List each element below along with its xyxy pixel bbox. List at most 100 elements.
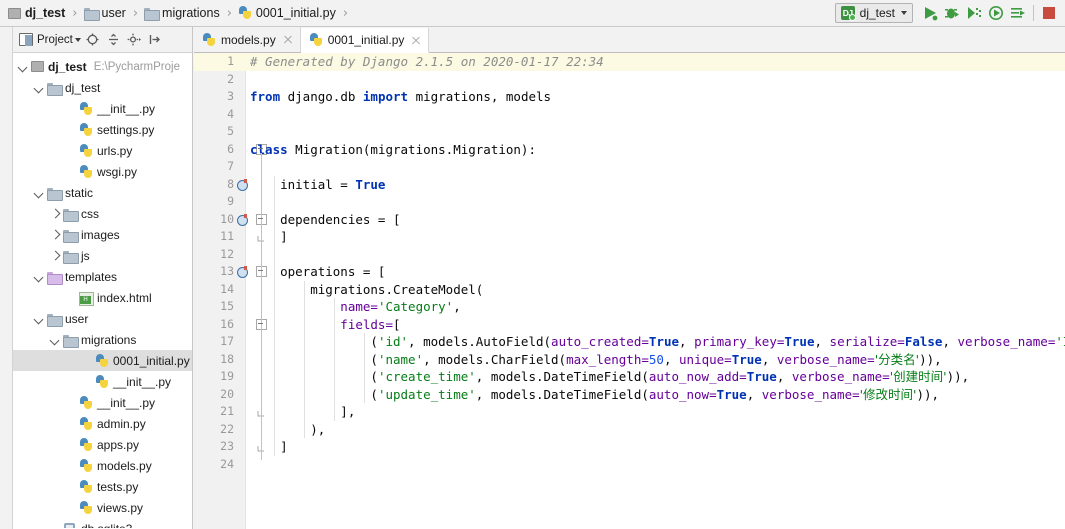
- gutter-field-marker-icon[interactable]: [237, 213, 248, 226]
- token: 50: [648, 351, 664, 367]
- code-line[interactable]: 1 # Generated by Django 2.1.5 on 2020-01-…: [194, 53, 1065, 71]
- code-text: ],: [250, 403, 355, 421]
- code-line[interactable]: 16 fields=[: [194, 316, 1065, 334]
- code-line[interactable]: 14 migrations.CreateModel(: [194, 281, 1065, 299]
- token: django.db: [280, 89, 363, 104]
- code-line[interactable]: 22 ),: [194, 421, 1065, 439]
- code-line[interactable]: 7: [194, 158, 1065, 176]
- tree-node-images[interactable]: images: [13, 224, 192, 245]
- tree-node-user[interactable]: user: [13, 308, 192, 329]
- chevron-right-icon[interactable]: [49, 207, 62, 220]
- tree-node-tests-py[interactable]: tests.py: [13, 476, 192, 497]
- stop-button[interactable]: [1038, 2, 1060, 24]
- project-tree[interactable]: dj_test E:\PycharmProje dj_test __init__.py…: [13, 53, 192, 528]
- code-line[interactable]: 2: [194, 71, 1065, 89]
- editor-tab-models-py[interactable]: models.py: [194, 27, 301, 52]
- gutter-field-marker-icon[interactable]: [237, 266, 248, 278]
- tree-node-label: dj_test: [48, 59, 87, 74]
- code-line[interactable]: 18 ('name', models.CharField(max_length=…: [194, 351, 1065, 369]
- chevron-right-icon[interactable]: [49, 249, 62, 262]
- tree-node-0001-initial-py[interactable]: 0001_initial.py: [13, 350, 192, 371]
- token: Migration(migrations.Migration):: [287, 141, 536, 157]
- code-line[interactable]: 4: [194, 106, 1065, 124]
- code-line[interactable]: 10 dependencies = [: [194, 211, 1065, 229]
- tree-node-label: models.py: [97, 458, 152, 473]
- code-line[interactable]: 24: [194, 456, 1065, 474]
- code-line[interactable]: 23 ]: [194, 438, 1065, 456]
- tree-node-label: js: [81, 248, 90, 263]
- tree-node-label: settings.py: [97, 122, 155, 137]
- tree-node-settings-py[interactable]: settings.py: [13, 119, 192, 140]
- tree-node-static[interactable]: static: [13, 182, 192, 203]
- close-icon[interactable]: [411, 35, 421, 45]
- tree-node-models-py[interactable]: models.py: [13, 455, 192, 476]
- breadcrumb-item-dj-test[interactable]: dj_test: [6, 3, 67, 23]
- chevron-down-icon[interactable]: [33, 270, 46, 283]
- close-icon[interactable]: [283, 35, 293, 45]
- tree-node---init---py[interactable]: __init__.py: [13, 371, 192, 392]
- breadcrumb: dj_test › user › migrations › 0001_initial.py ›: [0, 3, 835, 23]
- tree-node-wsgi-py[interactable]: wsgi.py: [13, 161, 192, 182]
- code-line[interactable]: 9: [194, 193, 1065, 211]
- folder-icon: [63, 208, 79, 222]
- tree-node---init---py[interactable]: __init__.py: [13, 392, 192, 413]
- run-console-button[interactable]: [1007, 2, 1029, 24]
- editor-tab-0001-initial-py[interactable]: 0001_initial.py: [300, 28, 430, 53]
- token: , models.CharField(: [423, 351, 567, 367]
- chevron-down-icon[interactable]: [33, 312, 46, 325]
- tree-node-db-sqlite3[interactable]: db.sqlite3: [13, 518, 192, 528]
- tree-node-admin-py[interactable]: admin.py: [13, 413, 192, 434]
- gutter-field-marker-icon[interactable]: [237, 178, 248, 191]
- run-configuration-selector[interactable]: DJ dj_test: [834, 3, 913, 23]
- breadcrumb-item-user[interactable]: user: [82, 3, 128, 23]
- tree-node-migrations[interactable]: migrations: [13, 329, 192, 350]
- tree-node---init---py[interactable]: __init__.py: [13, 98, 192, 119]
- chevron-right-icon[interactable]: [49, 228, 62, 241]
- tree-node-apps-py[interactable]: apps.py: [13, 434, 192, 455]
- tree-node-urls-py[interactable]: urls.py: [13, 140, 192, 161]
- chevron-down-icon[interactable]: [33, 186, 46, 199]
- run-button[interactable]: [919, 2, 941, 24]
- code-line[interactable]: 13 operations = [: [194, 263, 1065, 281]
- settings-icon[interactable]: [125, 30, 144, 49]
- code-line[interactable]: 21 ],: [194, 403, 1065, 421]
- code-line[interactable]: 8 initial = True: [194, 176, 1065, 194]
- code-line[interactable]: 19 ('create_time', models.DateTimeField(…: [194, 368, 1065, 386]
- chevron-down-icon[interactable]: [74, 37, 81, 42]
- profile-button[interactable]: [985, 2, 1007, 24]
- chevron-down-icon[interactable]: [17, 60, 30, 73]
- debug-button[interactable]: [941, 2, 963, 24]
- breadcrumb-item-migrations[interactable]: migrations: [142, 3, 222, 23]
- tree-node-templates[interactable]: templates: [13, 266, 192, 287]
- tree-node-index-html[interactable]: index.html: [13, 287, 192, 308]
- breadcrumb-item-0001-initial-py[interactable]: 0001_initial.py: [236, 3, 338, 23]
- code-line[interactable]: 12: [194, 246, 1065, 264]
- code-line[interactable]: 17 ('id', models.AutoField(auto_created=…: [194, 333, 1065, 351]
- line-number: 10: [220, 211, 234, 226]
- chevron-down-icon[interactable]: [33, 81, 46, 94]
- code-line[interactable]: 5: [194, 123, 1065, 141]
- code-line[interactable]: 20 ('update_time', models.DateTimeField(…: [194, 386, 1065, 404]
- code-lines[interactable]: 1 # Generated by Django 2.1.5 on 2020-01-…: [194, 53, 1065, 529]
- collapse-all-icon[interactable]: [104, 30, 123, 49]
- line-number: 20: [220, 386, 234, 401]
- code-line[interactable]: 3 from django.db import migrations, model…: [194, 88, 1065, 106]
- tree-node-dj-test[interactable]: dj_test E:\PycharmProje: [13, 56, 192, 77]
- tree-node-dj-test[interactable]: dj_test: [13, 77, 192, 98]
- token: migrations, models: [408, 89, 552, 104]
- run-coverage-button[interactable]: [963, 2, 985, 24]
- chevron-down-icon[interactable]: [49, 333, 62, 346]
- tree-node-js[interactable]: js: [13, 245, 192, 266]
- left-tool-stripe[interactable]: [0, 27, 13, 529]
- tree-node-views-py[interactable]: views.py: [13, 497, 192, 518]
- token: (: [250, 334, 378, 349]
- code-line[interactable]: 11 ]: [194, 228, 1065, 246]
- code-line[interactable]: 6 class Migration(migrations.Migration):: [194, 141, 1065, 159]
- hide-icon[interactable]: [146, 30, 165, 49]
- line-number: 19: [220, 369, 234, 383]
- code-line[interactable]: 15 name='Category',: [194, 298, 1065, 316]
- code-editor[interactable]: 1 # Generated by Django 2.1.5 on 2020-01-…: [194, 53, 1065, 529]
- tree-node-css[interactable]: css: [13, 203, 192, 224]
- target-icon[interactable]: [83, 30, 102, 49]
